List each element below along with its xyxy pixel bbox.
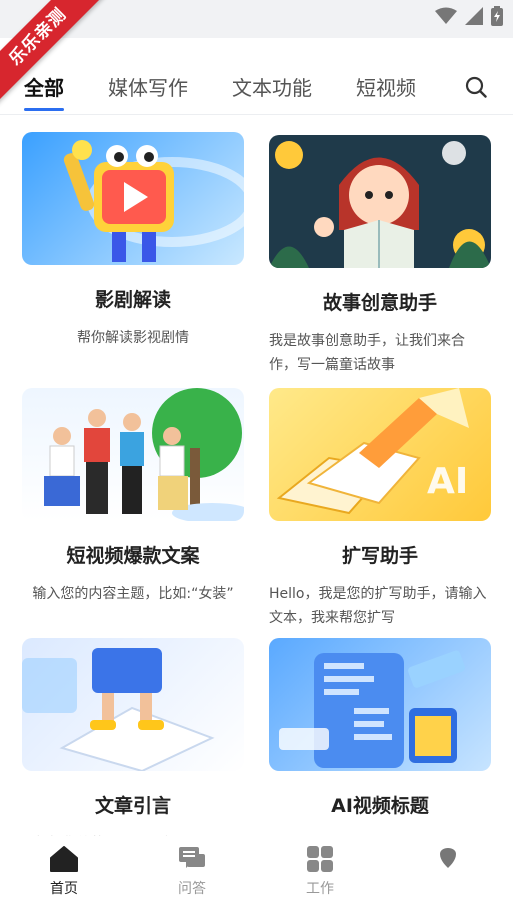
card-description: 帮你解读影视剧情 <box>77 330 189 346</box>
card-title: AI视频标题 <box>331 795 429 817</box>
reading-girl-illustration <box>269 141 491 268</box>
tab-short-video[interactable]: 短视频 <box>356 72 440 101</box>
card-thumbnail <box>22 388 244 521</box>
book-pen-illustration: AI <box>276 388 469 515</box>
card-thumbnail <box>22 132 244 265</box>
tab-media-writing[interactable]: 媒体写作 <box>108 72 188 101</box>
nav-work[interactable]: 工作 <box>280 846 360 898</box>
card-description: 输入您的内容主题，比如:“女装” <box>32 586 234 602</box>
video-mascot-illustration <box>63 140 244 262</box>
feature-card-article-intro[interactable]: 文章引言 根据您给的主题写一段引人入胜 <box>22 638 244 850</box>
card-thumbnail <box>269 135 491 268</box>
status-icons <box>435 6 503 26</box>
people-chatting-illustration <box>44 388 244 521</box>
card-title: 扩写助手 <box>341 545 418 567</box>
category-tabs: 全部 媒体写作 文本功能 短视频 <box>24 72 484 111</box>
tab-all[interactable]: 全部 <box>24 72 64 111</box>
open-book-illustration <box>22 648 215 771</box>
battery-icon <box>491 6 503 26</box>
feature-card-story-assistant[interactable]: 故事创意助手 我是故事创意助手，让我们来合作，写一篇童话故事 <box>269 135 491 377</box>
card-title: 短视频爆款文案 <box>66 545 200 567</box>
card-description: 我是故事创意助手，让我们来合作，写一篇童话故事 <box>269 333 465 373</box>
nav-work-label: 工作 <box>306 881 334 897</box>
category-header: 全部 媒体写作 文本功能 短视频 <box>0 38 513 115</box>
signal-icon <box>465 7 483 25</box>
tab-text-functions[interactable]: 文本功能 <box>232 72 312 101</box>
card-description: Hello，我是您的扩写助手，请输入文本，我来帮您扩写 <box>269 586 487 626</box>
nav-profile[interactable] <box>408 846 488 878</box>
feature-card-ai-video-title[interactable]: AI视频标题 <box>269 638 491 818</box>
card-thumbnail: AI <box>269 388 491 521</box>
nav-qa[interactable]: 问答 <box>152 846 232 898</box>
wifi-icon <box>435 7 457 24</box>
card-thumbnail <box>22 638 244 771</box>
feature-card-film-review[interactable]: 影剧解读 帮你解读影视剧情 <box>22 132 244 350</box>
card-title: 影剧解读 <box>94 289 171 311</box>
home-icon <box>50 846 78 872</box>
ai-badge-text: AI <box>427 461 468 502</box>
nav-qa-label: 问答 <box>178 881 206 897</box>
search-icon[interactable] <box>465 76 487 98</box>
bottom-navigation: 首页 问答 工作 <box>0 836 513 913</box>
card-title: 文章引言 <box>94 795 171 817</box>
grid-icon <box>307 846 333 872</box>
feature-card-expand-writing[interactable]: AI 扩写助手 Hello，我是您的扩写助手，请输入文本，我来帮您扩写 <box>269 388 491 630</box>
feature-card-viral-copy[interactable]: 短视频爆款文案 输入您的内容主题，比如:“女装” <box>22 388 244 606</box>
document-phone-illustration <box>279 650 466 768</box>
card-title: 故事创意助手 <box>322 292 437 314</box>
chat-icon <box>179 847 205 868</box>
nav-home-label: 首页 <box>50 881 78 897</box>
shield-icon <box>440 848 456 868</box>
card-thumbnail <box>269 638 491 771</box>
nav-home[interactable]: 首页 <box>24 846 104 898</box>
